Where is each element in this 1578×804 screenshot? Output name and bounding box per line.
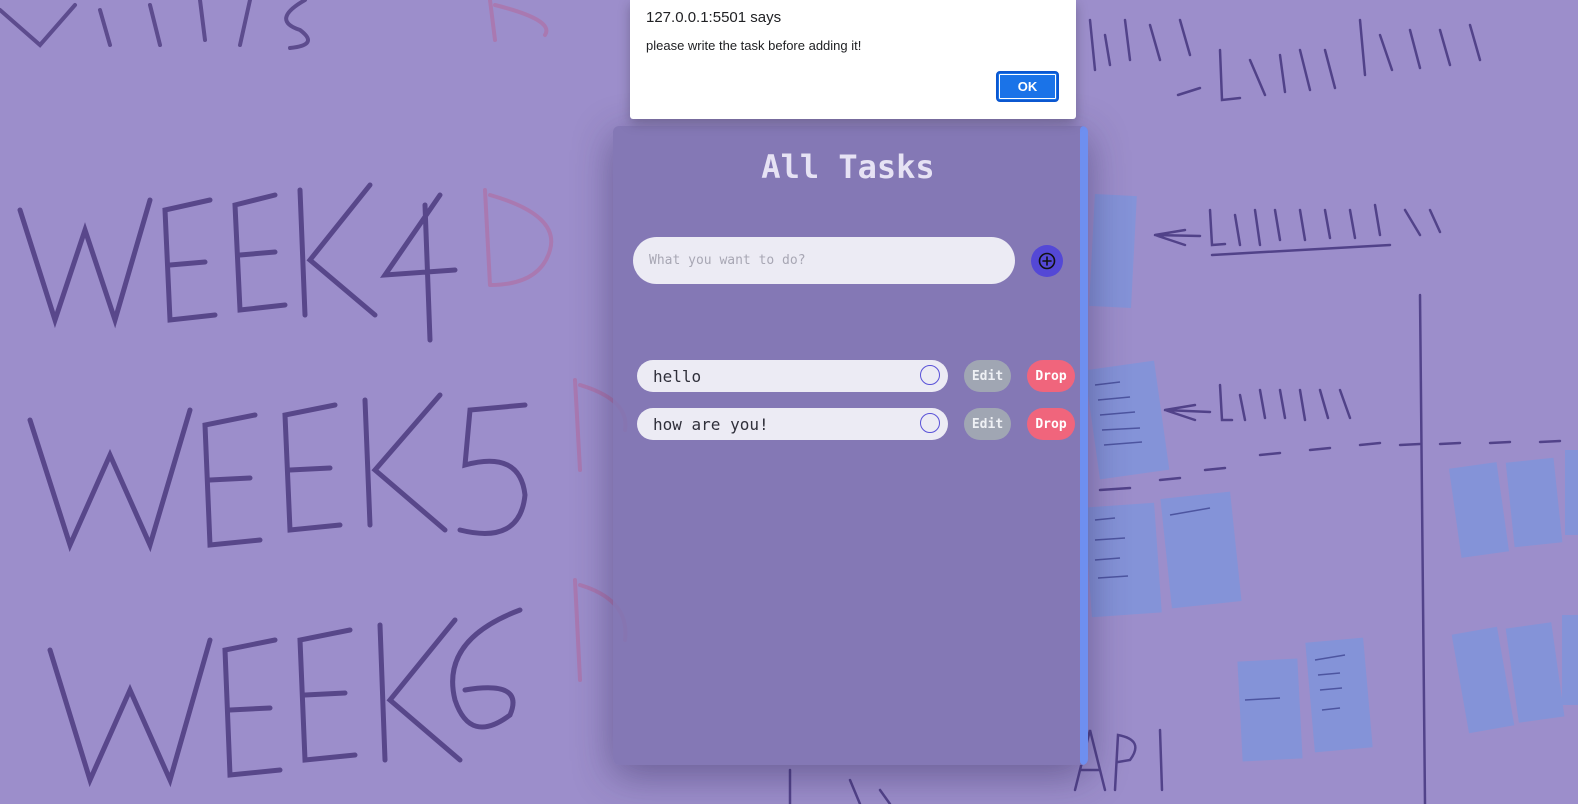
task-list: hello Edit Drop how are you! Edit Drop [637,360,1077,456]
dialog-origin: 127.0.0.1:5501 says [646,9,782,26]
page-title: All Tasks [761,148,935,186]
drop-task-button[interactable]: Drop [1027,360,1075,392]
task-input[interactable] [633,237,1015,284]
task-item: hello Edit Drop [637,360,1077,392]
add-task-button[interactable] [1031,245,1063,277]
task-complete-checkbox[interactable] [920,365,940,385]
task-text: how are you! [653,414,769,434]
edit-task-button[interactable]: Edit [964,360,1011,392]
drop-task-button[interactable]: Drop [1027,408,1075,440]
task-complete-checkbox[interactable] [920,413,940,433]
task-text: hello [653,366,702,386]
alert-dialog: 127.0.0.1:5501 says please write the tas… [630,0,1076,119]
task-pill: how are you! [637,408,948,440]
plus-circle-icon [1038,252,1056,270]
page: All Tasks hello Edit Drop how are you! [0,0,1578,804]
dialog-message: please write the task before adding it! [646,38,862,53]
card-scrollbar[interactable] [1080,126,1088,765]
task-item: how are you! Edit Drop [637,408,1077,440]
task-pill: hello [637,360,948,392]
edit-task-button[interactable]: Edit [964,408,1011,440]
todo-card: All Tasks hello Edit Drop how are you! [613,126,1088,765]
dialog-ok-button[interactable]: OK [996,71,1059,102]
